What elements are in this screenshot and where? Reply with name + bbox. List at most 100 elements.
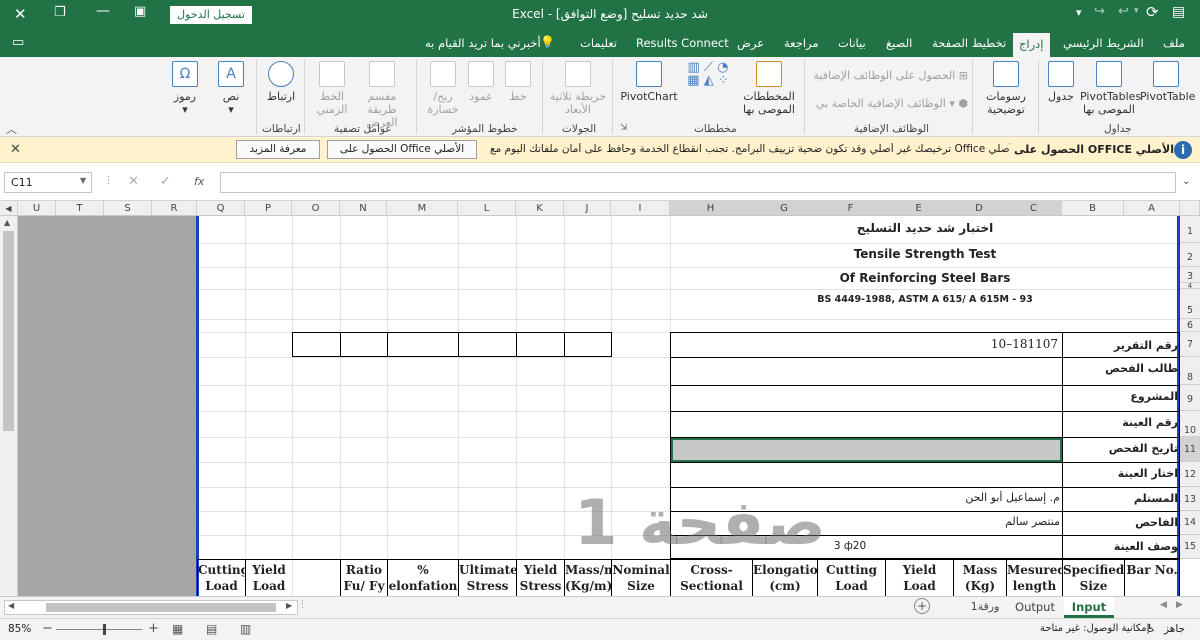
row-header-8[interactable]: 8 (1180, 357, 1200, 385)
standard-reference[interactable]: BS 4449-1988, ASTM A 615/ A 615M - 93 (670, 294, 1180, 305)
row-header-6[interactable]: 6 (1180, 319, 1200, 332)
col-header-U[interactable]: U (18, 201, 56, 216)
name-box-dropdown-icon[interactable]: ▼ (80, 176, 86, 185)
row-header-11[interactable]: 11 (1180, 437, 1200, 462)
title-english-1[interactable]: Tensile Strength Test (670, 247, 1180, 261)
pivotchart-button[interactable]: PivotChart (620, 61, 678, 103)
hscroll-left-arrow[interactable]: ◀ (8, 601, 14, 610)
next-sheet-arrow[interactable]: ◀ (1160, 600, 1167, 610)
get-genuine-office-button[interactable]: الحصول على Office الأصلي (327, 140, 477, 159)
comments-icon[interactable]: ▭ (12, 35, 24, 50)
tab-results-connect[interactable]: Results Connect (636, 36, 729, 50)
tab-split-grip-icon[interactable]: ⋮ (298, 600, 307, 610)
illustrations-button[interactable]: رسومات توضيحية (978, 61, 1034, 116)
text-button[interactable]: A نص ▾ (214, 61, 248, 116)
link-button[interactable]: ارتباط (262, 61, 300, 103)
input-box-o7[interactable] (292, 332, 341, 357)
sheet-tab-output[interactable]: Output (1010, 600, 1060, 614)
col-header-A[interactable]: A (1124, 201, 1180, 216)
symbols-button[interactable]: Ω رموز ▾ (168, 61, 202, 116)
title-arabic[interactable]: اختبار شد حديد التسليح (670, 221, 1180, 235)
input-box-l7[interactable] (458, 332, 517, 357)
label-test-date[interactable]: تاريخ الفحص (1066, 442, 1178, 455)
row-header-10[interactable]: 10 (1180, 411, 1200, 437)
row-header-14[interactable]: 14 (1180, 511, 1200, 535)
col-header-E[interactable]: E (885, 201, 953, 216)
hdr-yield-load-2[interactable]: Yield Load (245, 559, 292, 596)
hdr-cross-sectional[interactable]: Cross-Sectional (670, 559, 752, 596)
selected-cell-c11[interactable] (671, 438, 1062, 462)
collapse-ribbon-icon[interactable]: ︿ (6, 121, 17, 137)
restore-icon[interactable]: ❐ (54, 5, 66, 20)
col-header-B[interactable]: B (1062, 201, 1124, 216)
tab-view[interactable]: عرض (737, 36, 764, 50)
input-box-n7[interactable] (340, 332, 388, 357)
hdr-ratio[interactable]: Ratio Fu/ Fy (340, 559, 387, 596)
close-message-icon[interactable]: ✕ (10, 142, 21, 157)
label-report-no[interactable]: رقم التقرير (1066, 339, 1178, 352)
tab-insert[interactable]: إدراج (1013, 33, 1050, 57)
enter-entry-icon[interactable]: ✓ (160, 174, 171, 189)
formula-input[interactable] (220, 172, 1176, 193)
col-header-J[interactable]: J (564, 201, 611, 216)
label-sample-no[interactable]: رقم العينة (1066, 416, 1178, 429)
ribbon-display-icon[interactable]: ▣ (134, 4, 146, 19)
hdr-bar-no[interactable]: Bar No. (1124, 559, 1180, 596)
undo-dropdown-icon[interactable]: ▾ (1134, 6, 1139, 16)
row-header-7[interactable]: 7 (1180, 332, 1200, 357)
row-header-9[interactable]: 9 (1180, 385, 1200, 411)
hdr-elongation[interactable]: Elongation (cm) (752, 559, 817, 596)
input-box-j7[interactable] (564, 332, 612, 357)
tab-page-layout[interactable]: تخطيط الصفحة (932, 36, 1006, 50)
redo-icon[interactable]: ↪ (1094, 4, 1105, 19)
col-header-C[interactable]: C (1006, 201, 1062, 216)
my-addins-button[interactable]: الوظائف الإضافية الخاصة بي ▾ ⬢ (812, 97, 968, 110)
add-sheet-icon[interactable]: + (914, 598, 930, 614)
page-break-preview-icon[interactable]: ▦ (172, 622, 183, 636)
expand-formula-bar-icon[interactable]: ⌄ (1182, 176, 1190, 187)
hdr-yield-load[interactable]: Yield Load (885, 559, 953, 596)
zoom-out-icon[interactable]: − (42, 621, 53, 636)
pivottable-button[interactable]: PivotTable (1140, 61, 1195, 103)
row-header-5[interactable]: 5 (1180, 289, 1200, 319)
refresh-icon[interactable]: ⟳ (1146, 3, 1159, 21)
col-header-N[interactable]: N (340, 201, 387, 216)
col-header-D[interactable]: D (953, 201, 1006, 216)
hscroll-thumb[interactable] (46, 603, 276, 612)
row-header-13[interactable]: 13 (1180, 487, 1200, 511)
prev-sheet-arrow[interactable]: ▶ (1176, 600, 1183, 610)
cancel-entry-icon[interactable]: ✕ (128, 174, 139, 189)
hdr-blank-o[interactable] (292, 559, 340, 596)
hscroll-right-arrow[interactable]: ▶ (286, 601, 292, 610)
hdr-elongation-pct[interactable]: % elonfation (387, 559, 458, 596)
col-header-T[interactable]: T (56, 201, 104, 216)
hdr-nominal-size[interactable]: Nominal Size (611, 559, 670, 596)
zoom-level[interactable]: 85% (8, 623, 31, 635)
col-header-L[interactable]: L (458, 201, 516, 216)
tab-home[interactable]: الشريط الرئيسي (1063, 36, 1144, 50)
col-header-F[interactable]: F (817, 201, 885, 216)
worksheet-grid[interactable]: A B C D E F G H I J K L M N O P Q R S T … (0, 201, 1200, 596)
label-project[interactable]: المشروع (1066, 390, 1178, 403)
save-icon[interactable]: ▤ (1172, 4, 1185, 20)
slicer-button[interactable]: مقسم طريقة العرض (354, 61, 410, 129)
scroll-up-arrow[interactable]: ▲ (4, 218, 10, 227)
table-button[interactable]: جدول (1044, 61, 1078, 103)
zoom-slider[interactable] (56, 629, 142, 630)
3d-map-button[interactable]: خريطة ثلاثية الأبعاد (548, 61, 608, 116)
hdr-measured-length[interactable]: Mesured length (1006, 559, 1062, 596)
scroll-left-arrow[interactable]: ◀ (0, 201, 18, 216)
hdr-cutting-load-2[interactable]: Cutting Load (197, 559, 245, 596)
col-header-I[interactable]: I (611, 201, 670, 216)
col-header-O[interactable]: O (292, 201, 340, 216)
row-header-12[interactable]: 12 (1180, 462, 1200, 487)
col-header-K[interactable]: K (516, 201, 564, 216)
tab-formulas[interactable]: الصيغ (886, 36, 912, 50)
minimize-icon[interactable]: — (96, 3, 110, 19)
chart-types-gallery[interactable]: ▥ ⟋ ◔ ▦ ◭ ⁘ (680, 61, 736, 87)
label-sample-desc[interactable]: وصف العينة (1066, 540, 1178, 553)
tab-file[interactable]: ملف (1163, 36, 1185, 50)
col-header-R[interactable]: R (152, 201, 197, 216)
recommended-charts-button[interactable]: المخططات الموصى بها (740, 61, 798, 116)
page-layout-view-icon[interactable]: ▤ (206, 622, 217, 636)
